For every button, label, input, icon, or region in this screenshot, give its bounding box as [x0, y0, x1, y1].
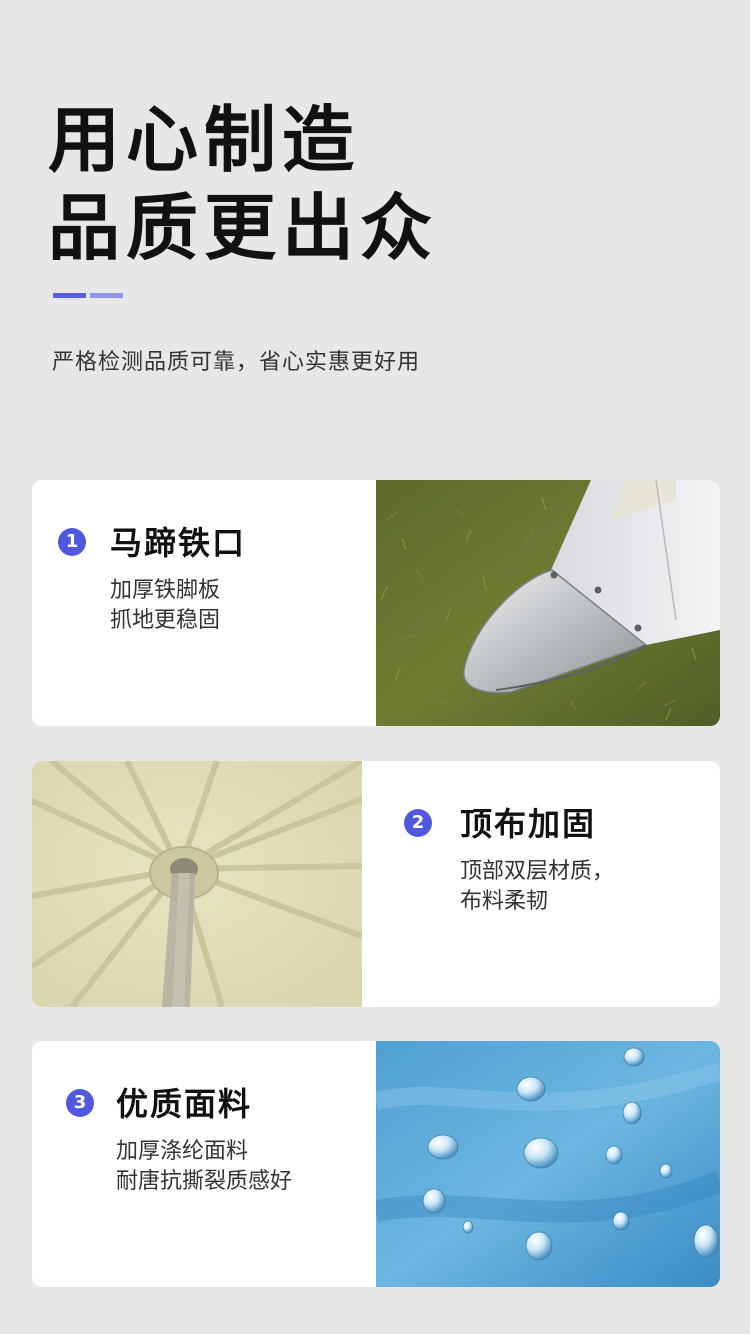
feature-desc-line: 加厚涤纶面料 [116, 1139, 249, 1164]
headline: 用心制造 品质更出众 [48, 96, 438, 272]
feature-title: 马蹄铁口 [110, 524, 247, 562]
canopy-top-photo [32, 761, 362, 1007]
subtitle: 严格检测品质可靠，省心实惠更好用 [52, 350, 421, 375]
headline-line-2: 品质更出众 [48, 186, 439, 270]
feature-description: 加厚铁脚板 抓地更稳固 [110, 576, 220, 636]
feature-number-badge: 3 [66, 1089, 94, 1117]
feature-title: 顶布加固 [460, 805, 597, 843]
accent-bar-light [90, 293, 123, 298]
feature-desc-line: 加厚铁脚板 [110, 578, 221, 603]
feature-desc-line: 顶部双层材质， [460, 859, 615, 884]
feature-card-steel-foot: 1 马蹄铁口 加厚铁脚板 抓地更稳固 [32, 480, 720, 726]
feature-number-badge: 1 [58, 528, 86, 556]
fabric-droplets-photo [376, 1041, 720, 1287]
feature-description: 顶部双层材质， 布料柔韧 [460, 857, 614, 917]
steel-foot-photo [376, 480, 720, 726]
feature-card-canopy-top: 2 顶布加固 顶部双层材质， 布料柔韧 [32, 761, 720, 1007]
accent-bar-dark [53, 293, 86, 298]
feature-card-fabric: 3 优质面料 加厚涤纶面料 耐唐抗撕裂质感好 [32, 1041, 720, 1287]
feature-desc-line: 耐唐抗撕裂质感好 [116, 1169, 293, 1194]
feature-description: 加厚涤纶面料 耐唐抗撕裂质感好 [116, 1137, 292, 1197]
feature-title: 优质面料 [116, 1085, 253, 1123]
headline-line-1: 用心制造 [48, 98, 361, 182]
feature-desc-line: 布料柔韧 [460, 889, 549, 914]
feature-number-badge: 2 [404, 809, 432, 837]
feature-desc-line: 抓地更稳固 [110, 608, 221, 633]
